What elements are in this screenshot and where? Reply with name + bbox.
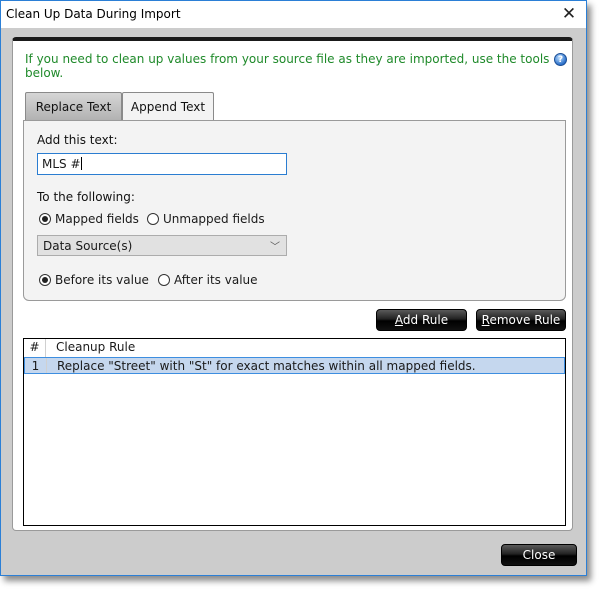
- table-header: # Cleanup Rule: [24, 339, 565, 357]
- dialog-window: Clean Up Data During Import ✕ If you nee…: [0, 0, 587, 576]
- radio-unmapped-fields[interactable]: Unmapped fields: [147, 212, 265, 226]
- cleanup-rules-table: # Cleanup Rule 1 Replace "Street" with "…: [23, 338, 566, 526]
- add-text-value: MLS #: [42, 157, 81, 171]
- radio-mapped-label: Mapped fields: [55, 212, 139, 226]
- add-text-input[interactable]: MLS #: [37, 153, 287, 175]
- window-title: Clean Up Data During Import: [6, 7, 181, 21]
- data-source-select[interactable]: Data Source(s) ﹀: [37, 235, 287, 256]
- radio-unmapped-label: Unmapped fields: [163, 212, 265, 226]
- add-rule-label: dd Rule: [402, 313, 449, 327]
- add-text-label: Add this text:: [37, 133, 118, 147]
- radio-before-label: Before its value: [55, 273, 149, 287]
- radio-after-value[interactable]: After its value: [158, 273, 258, 287]
- help-question-icon[interactable]: ?: [554, 53, 567, 66]
- content-panel: If you need to clean up values from your…: [12, 37, 573, 531]
- column-header-number[interactable]: #: [24, 339, 45, 356]
- radio-unchecked-icon: [147, 213, 159, 225]
- radio-after-label: After its value: [174, 273, 258, 287]
- tab-append-text[interactable]: Append Text: [122, 92, 214, 121]
- append-text-tab-panel: Add this text: MLS # To the following: M…: [23, 120, 566, 301]
- row-rule-text: Replace "Street" with "St" for exact mat…: [46, 358, 476, 373]
- close-x-icon[interactable]: ✕: [558, 3, 580, 25]
- radio-checked-icon: [39, 213, 51, 225]
- column-header-rule[interactable]: Cleanup Rule: [45, 339, 135, 357]
- radio-before-value[interactable]: Before its value: [39, 273, 149, 287]
- chevron-down-icon: ﹀: [270, 242, 280, 253]
- add-rule-mnemonic: A: [394, 313, 403, 327]
- add-rule-button[interactable]: Add Rule: [376, 309, 467, 331]
- title-bar: Clean Up Data During Import ✕: [1, 1, 586, 28]
- remove-rule-button[interactable]: Remove Rule: [476, 309, 566, 331]
- close-button[interactable]: Close: [501, 544, 577, 566]
- row-number: 1: [31, 359, 40, 373]
- table-row[interactable]: 1 Replace "Street" with "St" for exact m…: [24, 357, 565, 374]
- tab-replace-text[interactable]: Replace Text: [25, 92, 122, 120]
- text-caret: [80, 157, 82, 170]
- radio-checked-icon: [39, 274, 51, 286]
- radio-mapped-fields[interactable]: Mapped fields: [39, 212, 139, 226]
- data-source-value: Data Source(s): [43, 239, 133, 253]
- radio-unchecked-icon: [158, 274, 170, 286]
- to-following-label: To the following:: [37, 190, 135, 204]
- intro-text: If you need to clean up values from your…: [25, 52, 550, 80]
- remove-rule-label: emove Rule: [489, 313, 561, 327]
